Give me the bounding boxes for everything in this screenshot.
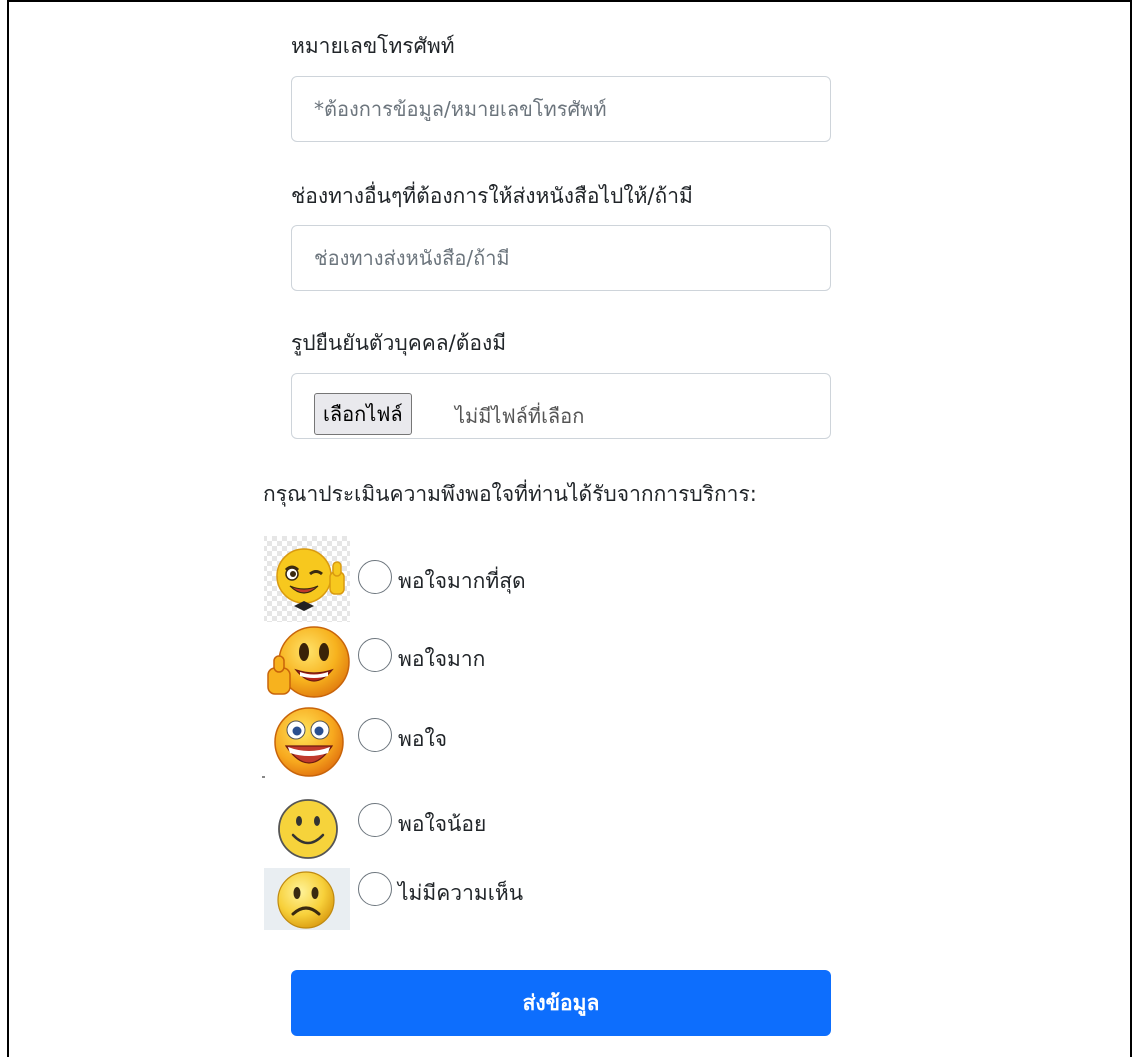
radio-slightly-satisfied[interactable] <box>358 803 392 837</box>
radio-satisfied[interactable] <box>358 718 392 752</box>
rating-option-satisfied: พอใจ <box>262 706 742 792</box>
channel-field-wrapper <box>291 225 831 291</box>
label-no-comment: ไม่มีความเห็น <box>398 881 524 905</box>
rating-option-no-comment: ไม่มีความเห็น <box>262 868 742 954</box>
id-photo-label: รูปยืนยันตัวบุคคล/ต้องมี <box>291 331 507 355</box>
radio-most-satisfied[interactable] <box>358 560 392 594</box>
phone-field-wrapper <box>291 76 831 142</box>
radio-very-satisfied[interactable] <box>358 638 392 672</box>
label-most-satisfied: พอใจมากที่สุด <box>398 569 526 593</box>
phone-input[interactable] <box>292 77 830 141</box>
winking-thumbs-up-emoji-icon <box>264 536 350 622</box>
channel-label: ช่องทางอื่นๆที่ต้องการให้ส่งหนังสือไปให้… <box>291 184 693 208</box>
submit-button[interactable]: ส่งข้อมูล <box>291 970 831 1036</box>
radio-no-comment[interactable] <box>358 872 392 906</box>
label-slightly-satisfied: พอใจน้อย <box>398 812 487 836</box>
rating-option-slightly-satisfied: พอใจน้อย <box>262 793 742 879</box>
rating-question: กรุณาประเมินความพึงพอใจที่ท่านได้รับจากก… <box>263 482 757 506</box>
label-satisfied: พอใจ <box>398 727 448 751</box>
simple-smile-emoji-icon <box>278 799 338 859</box>
choose-file-button[interactable]: เลือกไฟล์ <box>314 393 412 435</box>
rating-option-most-satisfied: พอใจมากที่สุด <box>262 536 742 622</box>
rating-option-very-satisfied: พอใจมาก <box>262 622 742 708</box>
frown-emoji-icon <box>264 868 350 930</box>
file-input-wrapper[interactable]: เลือกไฟล์ ไม่มีไฟล์ที่เลือก <box>291 373 831 439</box>
thumbs-up-smiley-icon <box>267 626 350 698</box>
file-status-text: ไม่มีไฟล์ที่เลือก <box>455 404 585 428</box>
label-very-satisfied: พอใจมาก <box>398 647 486 671</box>
big-grin-emoji-icon <box>262 707 344 778</box>
phone-label: หมายเลขโทรศัพท์ <box>291 34 455 58</box>
channel-input[interactable] <box>292 226 830 290</box>
